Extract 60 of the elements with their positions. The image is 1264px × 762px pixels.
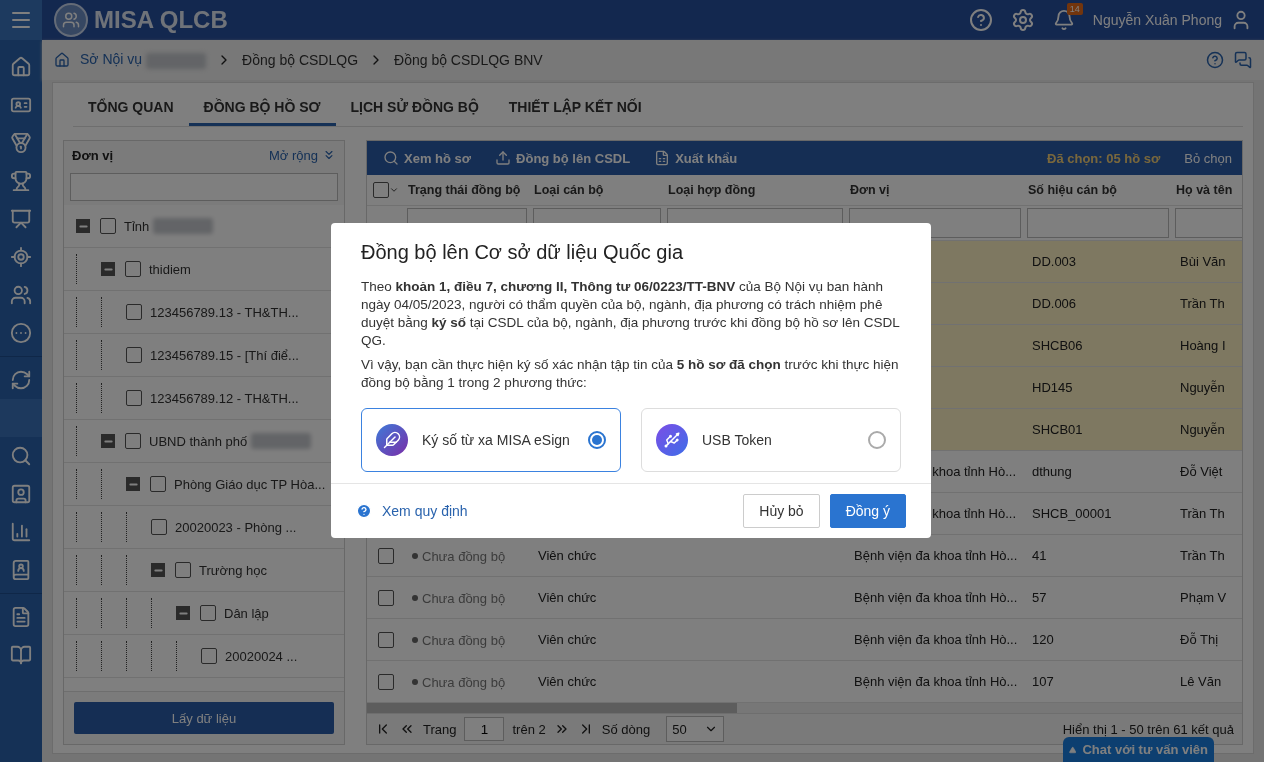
status-text: Chưa đồng bộ — [412, 632, 506, 648]
table-cell: Viên chức — [538, 548, 597, 563]
table-cell: Viên chức — [538, 632, 597, 647]
table-cell: Viên chức — [538, 590, 597, 605]
table-cell: Trần Th — [1180, 296, 1225, 311]
tree-label: 123456789.12 - TH&TH... — [150, 390, 299, 406]
rows-label: Số dòng — [601, 721, 651, 737]
table-cell: khoa tỉnh Hò... — [932, 464, 1016, 479]
notification-badge: 14 — [1066, 3, 1083, 15]
tree-label: UBND thành phố — [149, 433, 248, 449]
table-cell: DD.003 — [1032, 254, 1077, 269]
tree-label: 20020024 ... — [225, 648, 298, 664]
dialog-paragraph: Theo khoản 1, điều 7, chương II, Thông tư 06/0223/TT-BNV của Bộ Nội vụ ban hành ngày 04/05/2023, người có thẩm quyền của bộ, ngành, địa phương có trách nhiệm phê duyệt bằng ký số tại CSDL của bộ, ngành, địa phương trước khi đồng bộ hồ sơ lên CSDL QG. — [361, 278, 901, 350]
status-text: Chưa đồng bộ — [412, 590, 506, 606]
table-cell: SHCB06 — [1032, 338, 1083, 353]
table-cell: Phạm V — [1180, 590, 1227, 605]
table-cell: Bệnh viện đa khoa tỉnh Hò... — [854, 674, 1018, 689]
table-cell: Đỗ Việt — [1180, 464, 1223, 479]
table-cell: 41 — [1032, 548, 1047, 563]
table-cell: Lê Văn — [1180, 674, 1222, 689]
dialog-paragraph: Vì vậy, bạn cần thực hiện ký số xác nhận tập tin của 5 hồ sơ đã chọn trước khi thực hiện đồng bộ bằng 1 trong 2 phương thức: — [361, 356, 900, 392]
tree-label: thidiem — [149, 261, 191, 277]
tree-label: 123456789.15 - [Thí điể... — [150, 347, 299, 363]
tree-label: 20020023 - Phòng ... — [175, 519, 297, 535]
table-cell: HD145 — [1032, 380, 1073, 395]
table-cell: 57 — [1032, 590, 1047, 605]
table-cell: khoa tỉnh Hò... — [932, 506, 1016, 521]
table-cell: Bệnh viện đa khoa tỉnh Hò... — [854, 632, 1018, 647]
table-cell: Nguyễn — [1180, 380, 1225, 395]
selected-count: Đã chọn: 05 hồ sơ — [1047, 150, 1161, 166]
tree-label: Trường học — [199, 562, 268, 578]
table-cell: Hoàng I — [1180, 338, 1226, 353]
tree-label: 123456789.13 - TH&TH... — [150, 304, 299, 320]
table-cell: Bùi Văn — [1180, 254, 1226, 269]
page-label: Trang — [423, 721, 457, 737]
table-cell: Nguyễn — [1180, 422, 1225, 437]
table-cell: Bệnh viện đa khoa tỉnh Hò... — [854, 548, 1018, 563]
tree-label: Phòng Giáo dục TP Hòa... — [174, 476, 326, 492]
tree-label: Dân lập — [224, 605, 269, 621]
option-label: Ký số từ xa MISA eSign — [422, 432, 571, 448]
page-total: trên 2 — [512, 721, 546, 737]
table-cell: Bệnh viện đa khoa tỉnh Hò... — [854, 590, 1018, 605]
table-cell: Viên chức — [538, 674, 597, 689]
status-text: Chưa đồng bộ — [412, 548, 506, 564]
panel-title: Đơn vị — [72, 147, 114, 163]
table-cell: DD.006 — [1032, 296, 1077, 311]
table-cell: Trần Th — [1180, 548, 1225, 563]
results-summary: Hiển thị 1 - 50 trên 61 kết quả — [1062, 721, 1234, 737]
table-cell: SHCB01 — [1032, 422, 1083, 437]
table-cell: SHCB_00001 — [1032, 506, 1112, 521]
table-cell: Trần Th — [1180, 506, 1225, 521]
option-label: USB Token — [702, 432, 773, 448]
dialog-title: Đồng bộ lên Cơ sở dữ liệu Quốc gia — [361, 241, 684, 264]
app-logo-text: MISA QLCB — [94, 6, 228, 34]
table-cell: 107 — [1032, 674, 1054, 689]
table-cell: dthung — [1032, 464, 1072, 479]
table-cell: Đỗ Thị — [1180, 632, 1219, 647]
status-text: Chưa đồng bộ — [412, 674, 506, 690]
table-cell: 120 — [1032, 632, 1054, 647]
tree-label: Tỉnh — [124, 218, 150, 234]
